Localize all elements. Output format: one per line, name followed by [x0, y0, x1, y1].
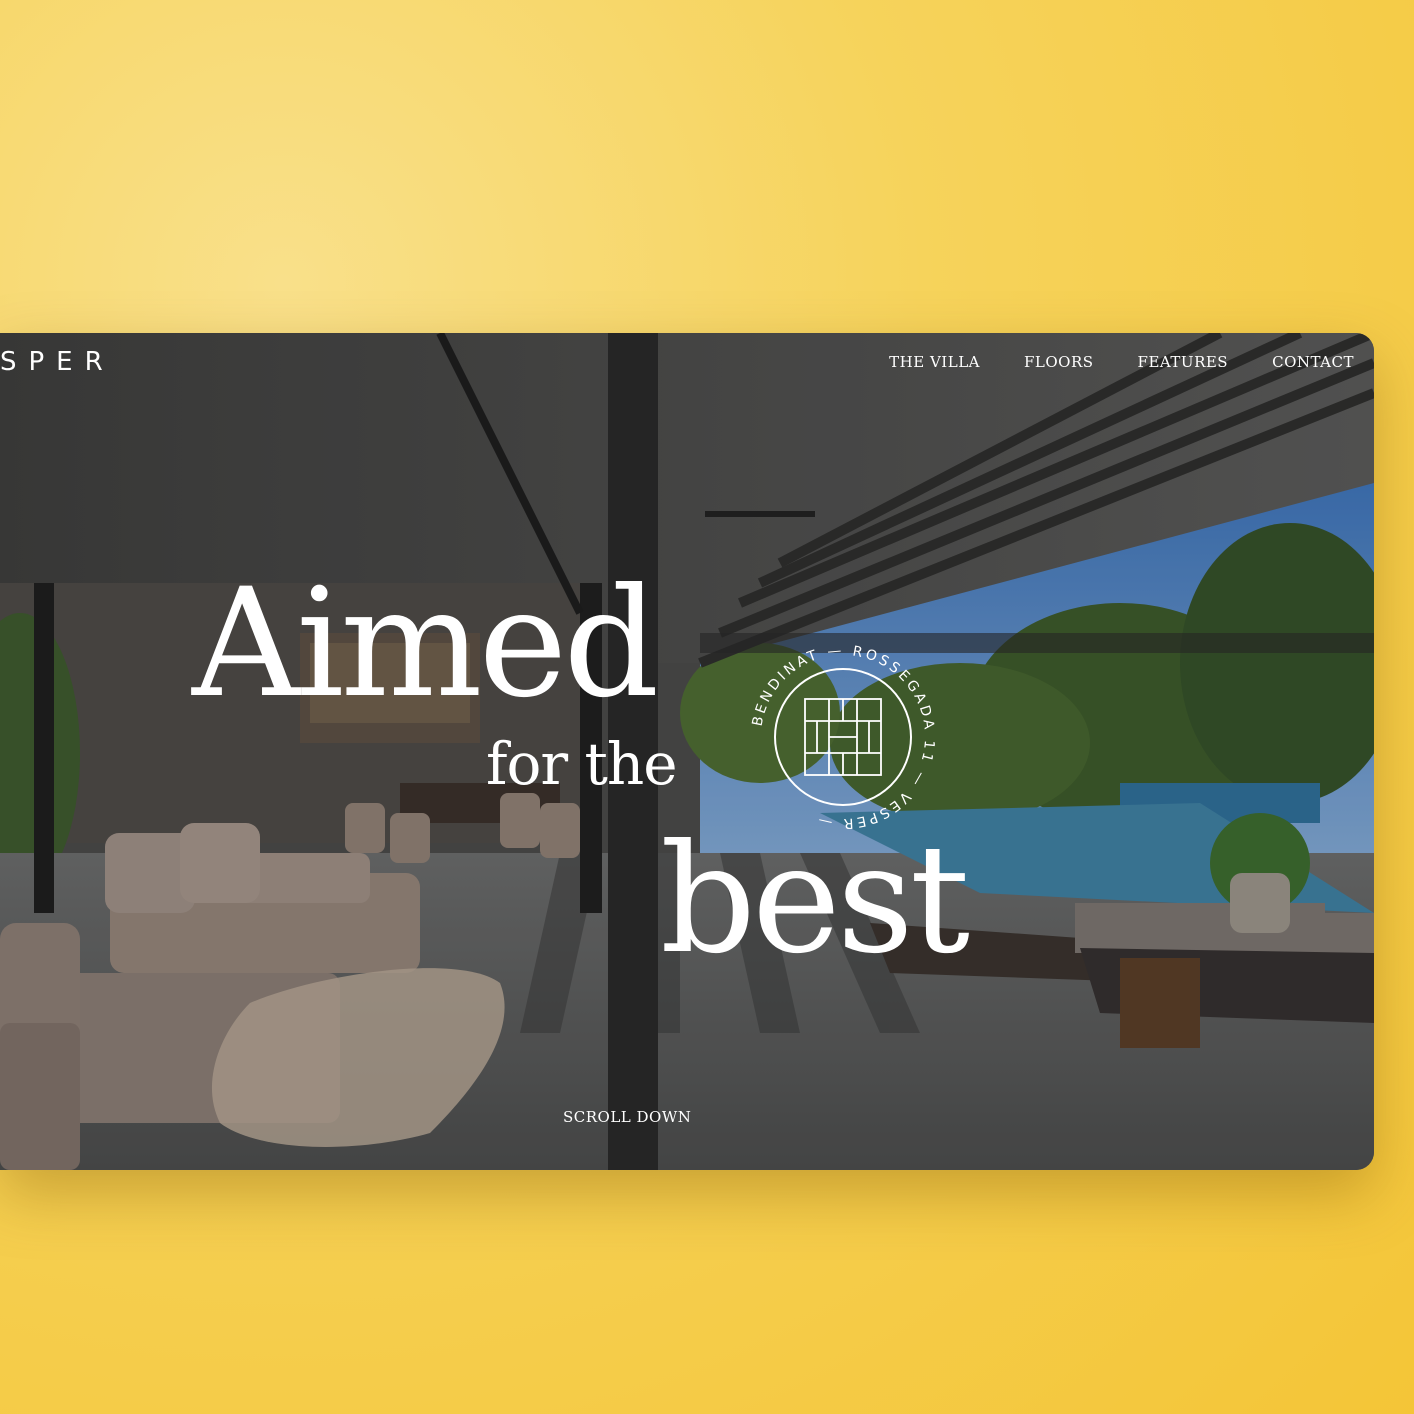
nav-floors[interactable]: FLOORS — [1024, 353, 1094, 371]
website-hero-screen: SPER THE VILLA FLOORS FEATURES CONTACT A… — [0, 333, 1374, 1170]
hero-headline-line1: Aimed — [192, 557, 659, 731]
nav-contact[interactable]: CONTACT — [1272, 353, 1354, 371]
brand-logo[interactable]: SPER — [0, 347, 115, 377]
main-nav: THE VILLA FLOORS FEATURES CONTACT — [889, 353, 1354, 371]
nav-the-villa[interactable]: THE VILLA — [889, 353, 980, 371]
photo-dim-overlay — [0, 333, 1374, 1170]
scroll-down-link[interactable]: SCROLL DOWN — [563, 1108, 691, 1126]
vesper-seal-logo: BENDINAT — ROSSEGADA 11 — VESPER — — [750, 643, 934, 832]
nav-features[interactable]: FEATURES — [1138, 353, 1229, 371]
hero-headline-line3: best — [660, 813, 970, 987]
hero-headline-line2: for the — [486, 730, 678, 798]
